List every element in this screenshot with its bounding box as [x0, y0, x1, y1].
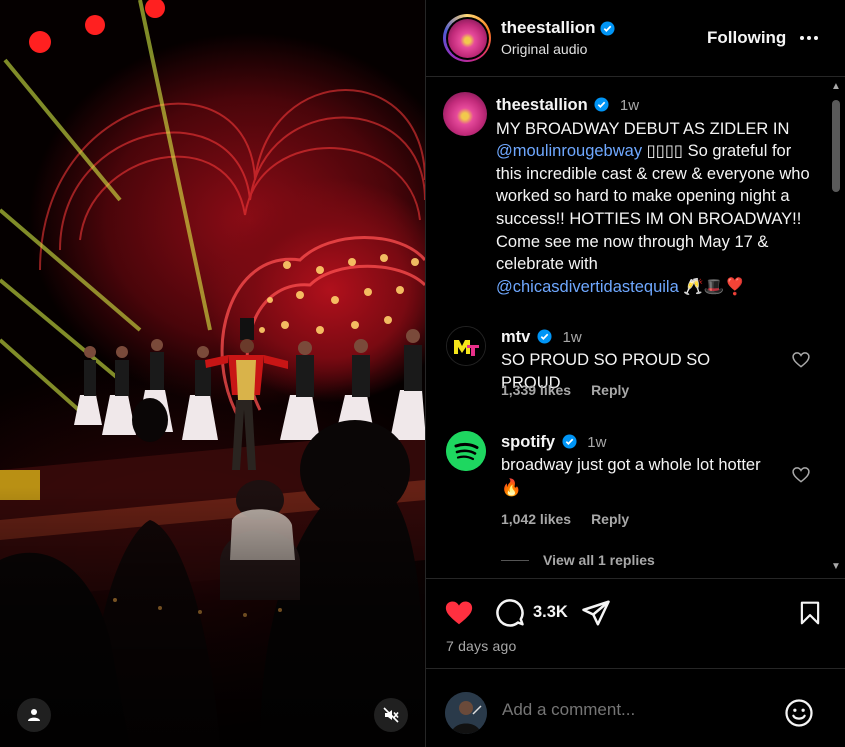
comment-reply-button[interactable]: Reply — [591, 511, 629, 527]
comment-text: broadway just got a whole lot hotter 🔥 — [501, 456, 761, 497]
like-button[interactable] — [443, 597, 475, 629]
save-button[interactable] — [794, 597, 826, 629]
scroll-down-arrow[interactable]: ▼ — [831, 562, 841, 572]
caption-emoji: 🥂🎩❣️ — [678, 277, 745, 296]
following-button[interactable]: Following — [707, 28, 786, 48]
video-shade — [0, 487, 425, 747]
comments-list[interactable]: theestallion 1w MY BROADWAY DEBUT AS ZID… — [426, 78, 845, 578]
comments-scrollbar[interactable]: ▲ ▼ — [828, 78, 844, 578]
view-replies-label[interactable]: View all 1 replies — [543, 552, 655, 568]
reel-video[interactable] — [0, 0, 425, 747]
comment-username[interactable]: spotify — [501, 433, 555, 451]
caption-text-2: ▯▯▯▯ So grateful for this incredible cas… — [496, 142, 810, 274]
comment-likes[interactable]: 1,339 likes — [501, 382, 571, 398]
comment-time: 1w — [587, 434, 607, 451]
verified-icon — [537, 329, 552, 344]
comment-count: 3.3K — [533, 603, 568, 621]
caption-username[interactable]: theestallion — [496, 96, 588, 114]
post-actions: 3.3K 7 days ago — [426, 578, 845, 668]
author-username[interactable]: theestallion — [501, 18, 615, 38]
mute-button[interactable] — [374, 698, 408, 732]
commenter-avatar-mtv[interactable] — [446, 326, 486, 366]
scrollbar-thumb[interactable] — [832, 100, 840, 192]
caption-avatar[interactable] — [443, 92, 487, 136]
current-user-photo — [445, 692, 487, 734]
comment-reply-button[interactable]: Reply — [591, 382, 629, 398]
spotify-logo-icon — [446, 431, 486, 471]
post-details-panel: theestallion Original audio Following th… — [425, 0, 845, 747]
mention-link[interactable]: @chicasdivertidastequila — [496, 278, 679, 296]
verified-icon — [600, 20, 615, 36]
mention-link[interactable]: @moulinrougebway — [496, 142, 642, 160]
share-icon — [582, 600, 610, 626]
post-date[interactable]: 7 days ago — [446, 638, 517, 654]
verified-icon — [594, 97, 609, 112]
comment-button[interactable] — [494, 597, 526, 629]
caption-text-1: MY BROADWAY DEBUT AS ZIDLER IN — [496, 119, 790, 138]
comment-time: 1w — [562, 329, 582, 346]
comment-icon — [496, 599, 524, 627]
caption-time: 1w — [619, 97, 640, 114]
mtv-logo-icon — [447, 327, 485, 365]
verified-icon — [562, 434, 577, 449]
commenter-avatar-spotify[interactable] — [446, 431, 486, 471]
user-tag-icon — [28, 709, 40, 721]
mute-icon — [383, 707, 399, 723]
scroll-up-arrow[interactable]: ▲ — [831, 82, 841, 92]
add-comment-input[interactable] — [502, 700, 772, 720]
audio-link[interactable]: Original audio — [501, 41, 587, 57]
view-replies-button[interactable]: View all 1 replies — [501, 552, 655, 568]
post-header: theestallion Original audio Following — [426, 0, 845, 77]
add-comment-bar — [426, 668, 845, 747]
bookmark-icon — [800, 601, 820, 625]
author-avatar[interactable] — [443, 14, 491, 62]
replies-divider — [501, 559, 529, 561]
current-user-avatar[interactable] — [445, 692, 487, 734]
tagged-users-button[interactable] — [17, 698, 51, 732]
heart-icon[interactable] — [791, 350, 811, 370]
share-button[interactable] — [580, 597, 612, 629]
comment-username[interactable]: mtv — [501, 328, 530, 346]
heart-icon — [445, 601, 473, 625]
author-username-text[interactable]: theestallion — [501, 18, 595, 38]
emoji-icon[interactable] — [784, 698, 814, 728]
comment-likes[interactable]: 1,042 likes — [501, 511, 571, 527]
more-icon[interactable] — [797, 26, 821, 50]
heart-icon[interactable] — [791, 465, 811, 485]
